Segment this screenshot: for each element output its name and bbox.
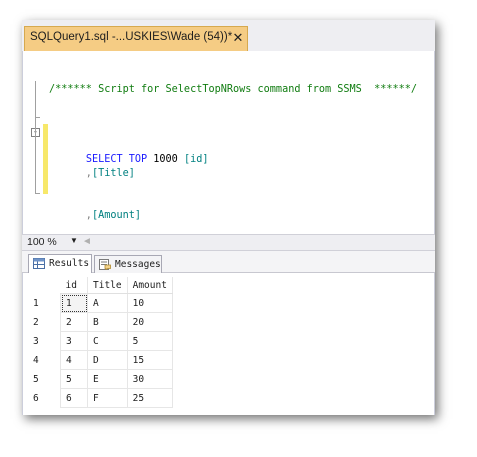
code-line: /****** Script for SelectTopNRows comman… (49, 83, 417, 97)
table-row: 6 6 F 25 (31, 388, 173, 408)
row-number[interactable]: 4 (31, 351, 61, 370)
code-token: [Amount] (91, 210, 142, 221)
row-number[interactable]: 1 (31, 294, 61, 313)
table-row: 4 4 D 15 (31, 350, 173, 370)
close-icon[interactable]: ✕ (231, 30, 245, 46)
document-tab[interactable]: SQLQuery1.sql -...USKIES\Wade (54))* ✕ (24, 26, 248, 51)
code-token: 1000 (153, 154, 184, 165)
row-number[interactable]: 5 (31, 370, 61, 389)
grid-icon (33, 258, 45, 269)
cell-amount[interactable]: 20 (126, 312, 173, 332)
change-marker (43, 124, 48, 194)
result-tabs: Results Messages (22, 251, 435, 273)
grid-header-row: id Title Amount (31, 277, 173, 294)
cell-amount[interactable]: 15 (126, 350, 173, 370)
code-token: , (49, 210, 92, 221)
code-line: - SELECT TOP 1000 [id] (31, 125, 417, 165)
editor-gutter (23, 51, 42, 254)
query-editor[interactable]: /****** Script for SelectTopNRows comman… (22, 51, 435, 263)
cell-title[interactable]: E (87, 369, 128, 389)
tab-results[interactable]: Results (28, 254, 92, 273)
cell-amount[interactable]: 30 (126, 369, 173, 389)
table-row: 3 3 C 5 (31, 331, 173, 351)
cell-title[interactable]: C (87, 331, 128, 351)
messages-icon (99, 259, 111, 270)
zoom-level[interactable]: 100 % (27, 236, 57, 248)
fold-guide-end (35, 193, 40, 194)
cell-id[interactable]: 5 (60, 369, 88, 389)
cell-amount[interactable]: 5 (126, 331, 173, 351)
code-token: /****** Script for SelectTopNRows comman… (49, 84, 418, 95)
column-header-amount[interactable]: Amount (127, 277, 173, 294)
code-line: ,[Title] (49, 167, 417, 181)
ssms-window: SQLQuery1.sql -...USKIES\Wade (54))* ✕ /… (22, 20, 435, 415)
fold-guide (35, 81, 36, 193)
zoom-bar: 100 % ▼ ◄ (22, 234, 435, 251)
cell-amount[interactable]: 25 (126, 388, 173, 408)
column-header-id[interactable]: id (60, 277, 88, 294)
tab-messages[interactable]: Messages (94, 255, 162, 273)
code-token: , (49, 168, 92, 179)
chevron-down-icon[interactable]: ▼ (70, 236, 78, 245)
tab-results-label: Results (49, 258, 90, 269)
row-number[interactable]: 3 (31, 332, 61, 351)
code-token: [Title] (91, 168, 135, 179)
cell-id[interactable]: 6 (60, 388, 88, 408)
cell-title[interactable]: A (87, 293, 128, 313)
table-row: 1 1 A 10 (31, 293, 173, 313)
cell-id[interactable]: 3 (60, 331, 88, 351)
results-grid: id Title Amount 1 1 A 10 2 2 B 20 3 3 C … (31, 277, 173, 408)
table-row: 2 2 B 20 (31, 312, 173, 332)
code-line: ,[Amount] (49, 209, 417, 223)
row-number[interactable]: 6 (31, 389, 61, 408)
row-header-corner (31, 277, 61, 294)
tab-messages-label: Messages (115, 259, 161, 270)
cell-id[interactable]: 2 (60, 312, 88, 332)
results-grid-area: id Title Amount 1 1 A 10 2 2 B 20 3 3 C … (22, 273, 435, 415)
cell-title[interactable]: D (87, 350, 128, 370)
cell-title[interactable]: B (87, 312, 128, 332)
column-header-title[interactable]: Title (87, 277, 128, 294)
cell-id[interactable]: 1 (60, 293, 88, 313)
document-tab-strip: SQLQuery1.sql -...USKIES\Wade (54))* ✕ (22, 20, 435, 52)
document-tab-title: SQLQuery1.sql -...USKIES\Wade (54))* (30, 31, 233, 43)
code-token: [id] (183, 154, 209, 165)
cell-id[interactable]: 4 (60, 350, 88, 370)
fold-guide-tick (35, 117, 40, 118)
code-token: SELECT TOP (85, 154, 154, 165)
row-number[interactable]: 2 (31, 313, 61, 332)
table-row: 5 5 E 30 (31, 369, 173, 389)
cell-title[interactable]: F (87, 388, 128, 408)
cell-amount[interactable]: 10 (126, 293, 173, 313)
scroll-left-icon[interactable]: ◄ (82, 236, 92, 247)
